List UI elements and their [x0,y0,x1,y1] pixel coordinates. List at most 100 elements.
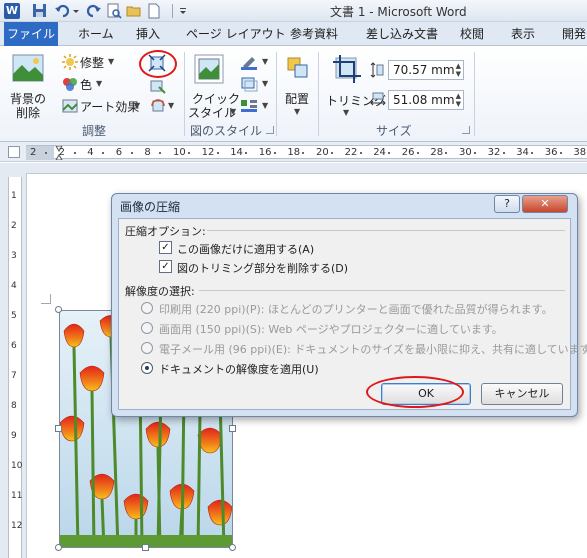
ruler-tick [159,152,162,154]
resize-handle-bottom[interactable] [142,544,149,551]
document-resolution-radio[interactable] [141,362,153,374]
ribbon: 背景の 削除 修整 ▼ 色 ▼ アート効果 ▼ ▼ 調整 クイック スタイル ▼… [0,46,587,142]
apply-only-this-label[interactable]: この画像だけに適用する(A) [177,241,314,257]
group-separator [474,52,475,136]
artistic-effects-dropdown-icon[interactable]: ▼ [134,101,140,110]
tab-file[interactable]: ファイル [4,22,58,46]
cancel-button[interactable]: キャンセル [481,383,563,405]
picture-effects-dropdown-icon[interactable]: ▼ [262,79,268,88]
remove-background-label-2[interactable]: 削除 [16,104,40,121]
ok-highlight-ellipse [366,376,464,408]
tab-review[interactable]: 校閲 [454,22,490,46]
vertical-ruler[interactable]: 1 2 3 4 5 6 7 8 9 10 11 12 [8,177,22,558]
width-input[interactable]: 51.08 mm ▲ ▼ [388,90,464,110]
tab-home[interactable]: ホーム [72,22,120,46]
corrections-label[interactable]: 修整 [80,54,104,71]
quick-styles-icon[interactable] [194,54,224,87]
ruler-scale[interactable]: 2 2 4 6 8 10 12 14 16 18 20 22 24 26 28 30 32 34 36 38 [26,145,587,160]
customize-qat-icon[interactable] [178,2,188,20]
print-preview-icon[interactable] [106,2,122,20]
vertical-ruler-number: 5 [11,311,17,321]
delete-cropped-checkbox[interactable]: ✓ [159,260,172,273]
width-spinner-icon[interactable]: ▲ ▼ [456,92,461,108]
tab-mailings[interactable]: 差し込み文書 [360,22,444,46]
section-divider [207,230,565,231]
arrange-icon[interactable] [286,56,310,83]
remove-background-icon[interactable] [12,54,44,87]
resize-handle-top-left[interactable] [55,306,62,313]
vertical-ruler-number: 3 [11,251,17,261]
ruler-tick [559,152,562,154]
help-button[interactable]: ? [494,195,520,213]
print-resolution-label[interactable]: 印刷用 (220 ppi)(P): ほとんどのプリンターと画面で優れた品質が得ら… [159,301,553,317]
undo-icon[interactable] [54,2,72,20]
reset-picture-dropdown-icon[interactable]: ▼ [168,101,174,110]
ruler-tick [245,152,248,154]
ruler-tick [359,152,362,154]
open-folder-icon[interactable] [126,2,142,20]
vertical-ruler-number: 9 [11,431,17,441]
quick-styles-dropdown-icon[interactable]: ▼ [230,107,236,116]
height-spinner-icon[interactable]: ▲ ▼ [456,62,461,78]
ruler-tick [216,152,219,154]
title-bar: W 文書 1 - Microsoft Word [0,0,587,22]
picture-layout-icon[interactable] [240,98,258,117]
quick-styles-label-2[interactable]: スタイル [188,104,236,121]
save-icon[interactable] [32,2,48,20]
resize-handle-bottom-left[interactable] [55,544,62,551]
artistic-effects-icon[interactable] [62,98,78,117]
crop-icon[interactable] [332,54,362,87]
undo-dropdown-icon[interactable] [72,2,80,20]
tab-references[interactable]: 参考資料 [284,22,344,46]
tab-insert[interactable]: 挿入 [130,22,166,46]
ruler-tick [273,152,276,154]
color-dropdown-icon[interactable]: ▼ [96,79,102,88]
height-value: 70.57 mm [393,63,455,77]
document-resolution-label[interactable]: ドキュメントの解像度を適用(U) [159,361,319,377]
resolution-heading: 解像度の選択: [125,285,195,298]
tab-page-layout[interactable]: ページ レイアウト [180,22,292,46]
change-picture-icon[interactable] [150,78,166,97]
artistic-effects-label[interactable]: アート効果 [80,98,139,115]
arrange-label[interactable]: 配置 [285,90,309,107]
size-launcher-icon[interactable] [462,126,470,134]
reset-picture-icon[interactable] [150,98,166,117]
screen-resolution-label[interactable]: 画面用 (150 ppi)(S): Web ページやプロジェクターに適しています… [159,321,503,337]
picture-border-dropdown-icon[interactable]: ▼ [262,57,268,66]
corrections-icon[interactable] [62,54,78,73]
group-size-label: サイズ [376,124,412,138]
crop-dropdown-icon[interactable]: ▼ [343,108,349,117]
tab-selector-icon[interactable] [8,146,20,158]
resize-handle-bottom-right[interactable] [229,544,236,551]
corrections-dropdown-icon[interactable]: ▼ [108,57,114,66]
delete-cropped-label[interactable]: 図のトリミング部分を削除する(D) [177,260,348,276]
qat-separator [172,4,173,18]
apply-only-this-checkbox[interactable]: ✓ [159,241,172,254]
resize-handle-right[interactable] [229,425,236,432]
email-resolution-radio[interactable] [141,342,153,354]
tab-view[interactable]: 表示 [505,22,541,46]
redo-icon[interactable] [86,2,102,20]
picture-styles-launcher-icon[interactable] [266,126,274,134]
compress-pictures-dialog: 画像の圧縮 ? ✕ 圧縮オプション: ✓ この画像だけに適用する(A) ✓ 図の… [111,193,587,417]
resize-handle-left[interactable] [55,425,62,432]
picture-layout-dropdown-icon[interactable]: ▼ [262,101,268,110]
email-resolution-label[interactable]: 電子メール用 (96 ppi)(E): ドキュメントのサイズを最小限に抑え、共有… [159,341,587,357]
tab-developer[interactable]: 開発 [556,22,587,46]
color-icon[interactable] [62,76,78,95]
ruler-number: 10 [173,147,186,158]
vertical-ruler-number: 4 [11,281,17,291]
ruler-tick [531,152,534,154]
picture-border-icon[interactable] [240,54,258,73]
screen-resolution-radio[interactable] [141,322,153,334]
new-document-icon[interactable] [146,2,162,20]
horizontal-ruler: 2 2 4 6 8 10 12 14 16 18 20 22 24 26 28 30 32 34 36 38 [0,142,587,162]
picture-effects-icon[interactable] [240,76,258,95]
close-button[interactable]: ✕ [522,195,568,213]
print-resolution-radio[interactable] [141,302,153,314]
color-label[interactable]: 色 [80,76,92,93]
word-app-icon[interactable]: W [4,3,20,19]
arrange-dropdown-icon[interactable]: ▼ [294,107,300,116]
ruler-tick [388,152,391,154]
height-input[interactable]: 70.57 mm ▲ ▼ [388,60,464,80]
